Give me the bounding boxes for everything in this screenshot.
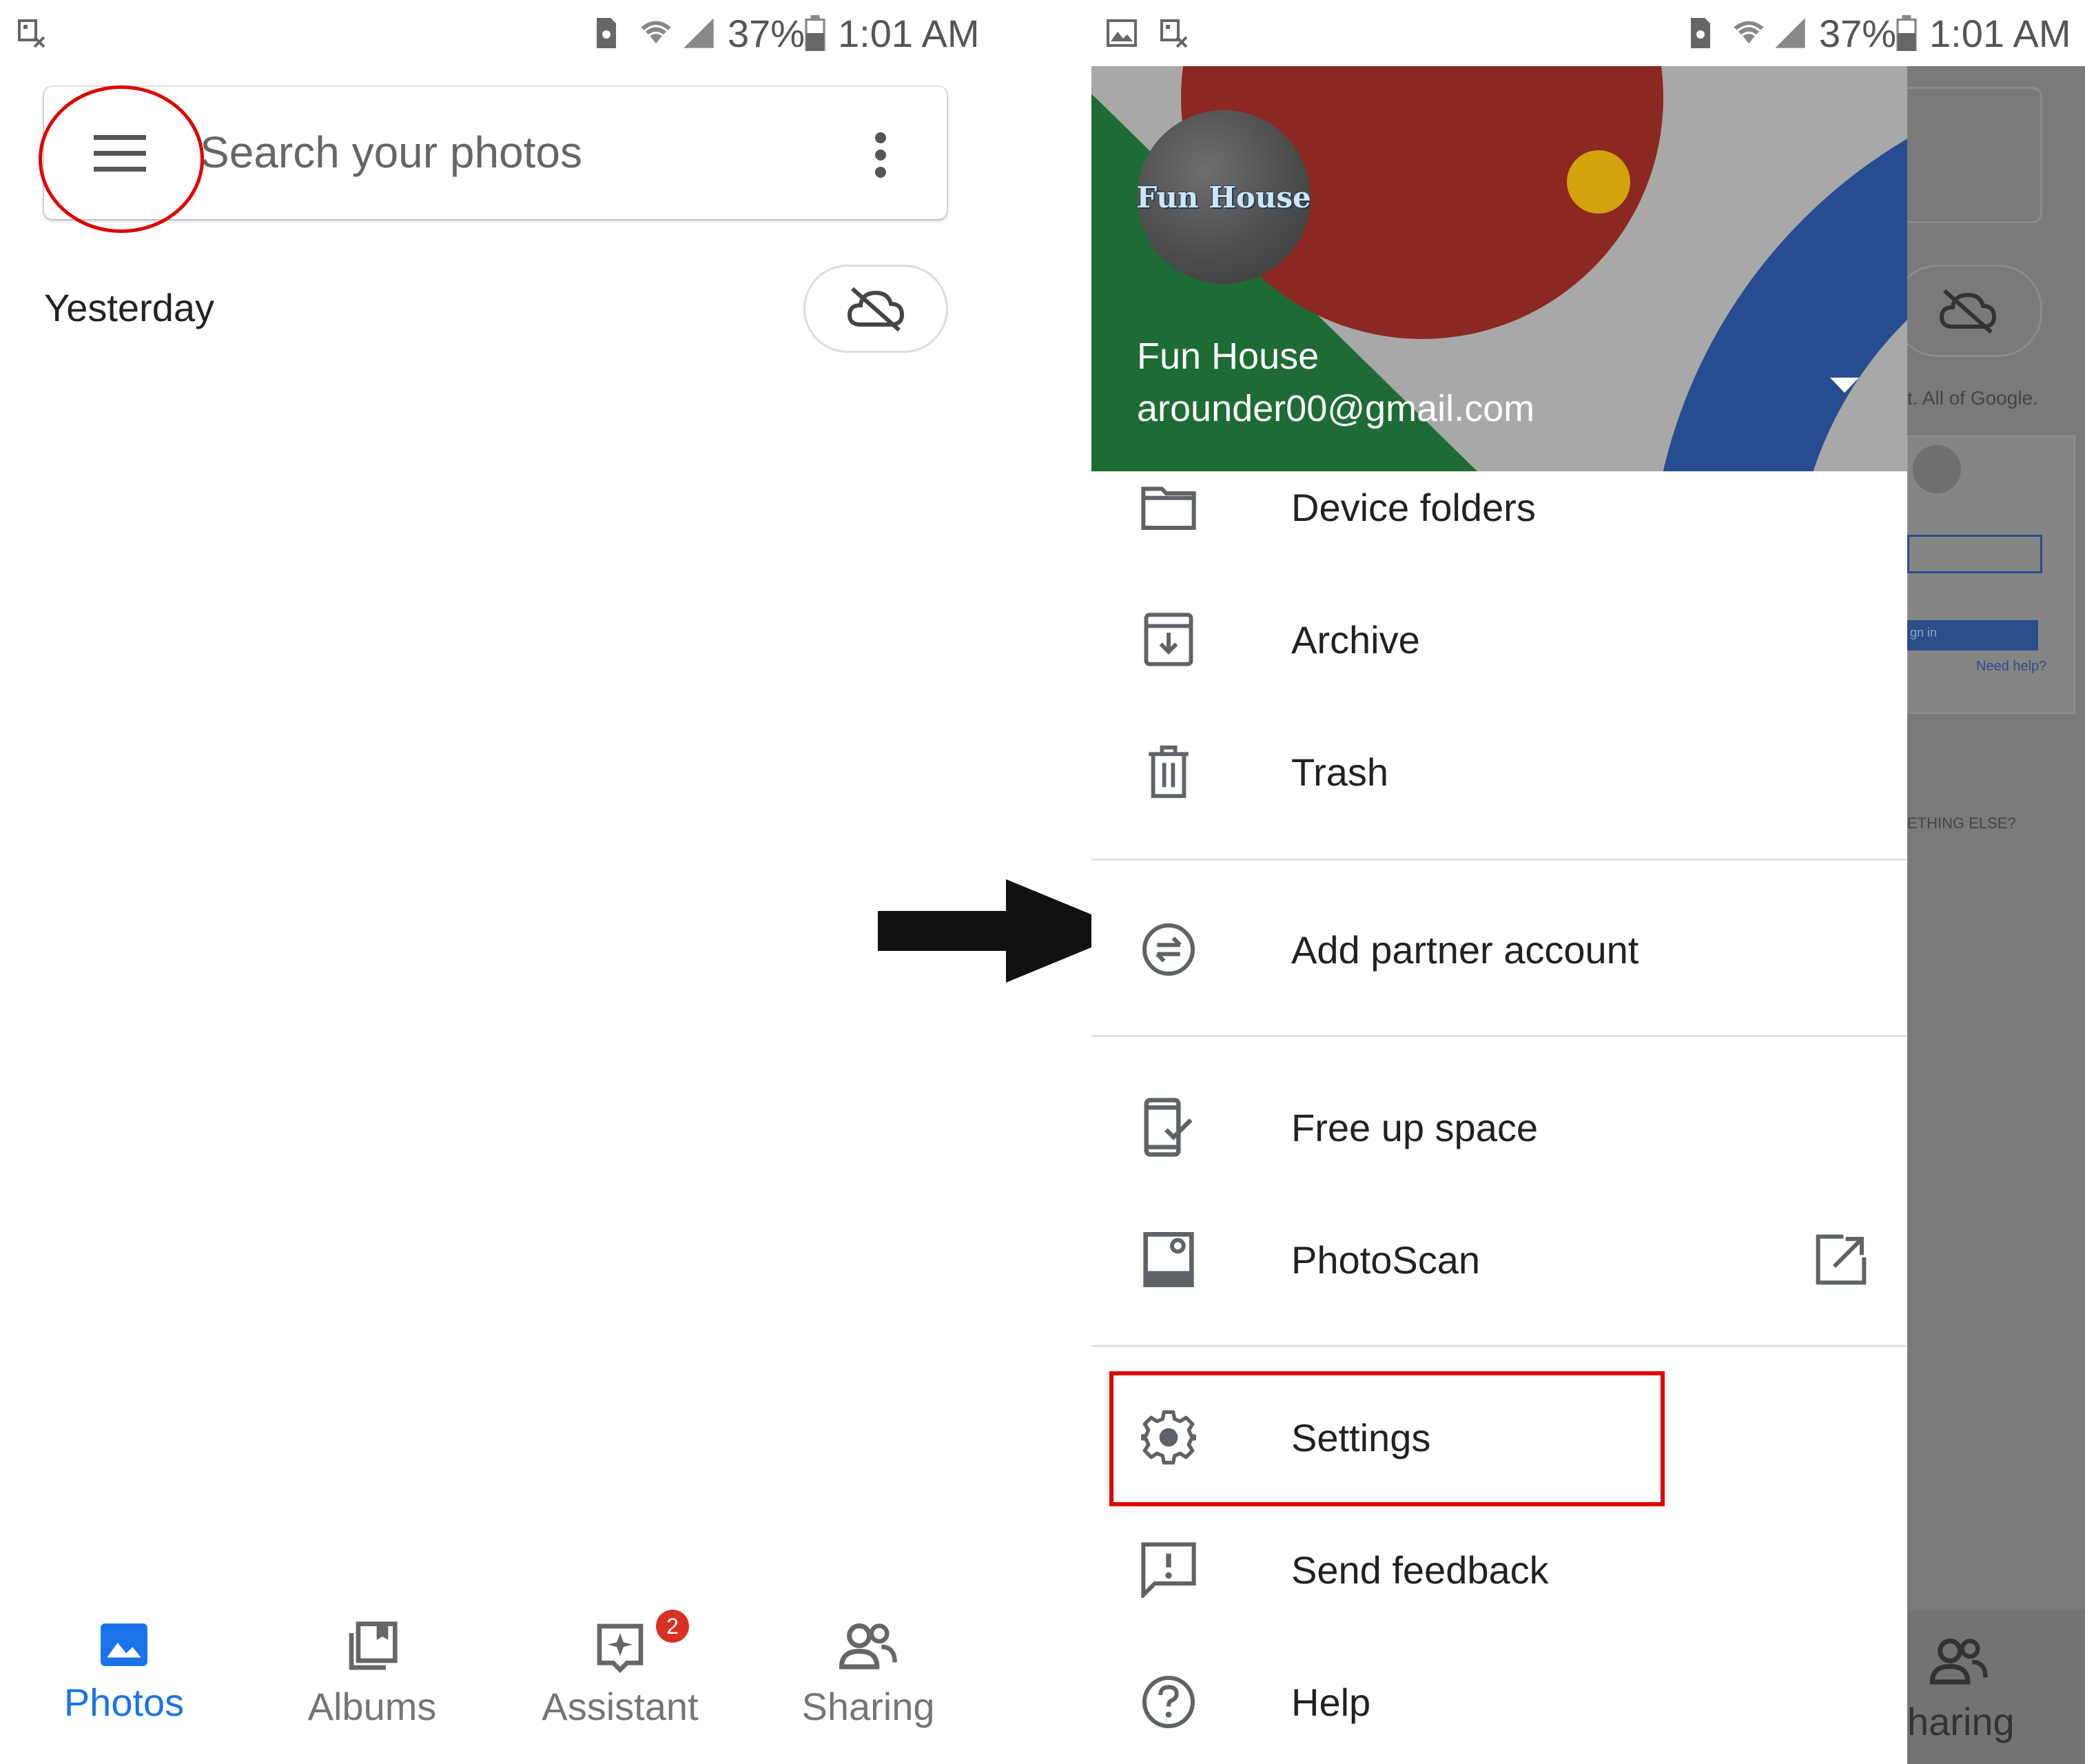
account-email: arounder00@gmail.com — [1137, 388, 1535, 429]
menu-item-trash[interactable]: Trash — [1091, 730, 1907, 813]
assistant-badge-count: 2 — [666, 1614, 679, 1639]
menu-item-label: Archive — [1291, 618, 1420, 662]
nav-photos-label: Photos — [63, 1681, 185, 1724]
sharing-icon — [765, 1619, 972, 1674]
avatar[interactable]: Fun House — [1137, 110, 1311, 284]
annotation-circle — [39, 85, 204, 233]
status-bar-right: 37% 1:01 AM — [1091, 0, 2085, 66]
menu-item-help[interactable]: Help — [1091, 1661, 1907, 1743]
menu-item-label: Add partner account — [1291, 928, 1639, 972]
background-text: t. All of Google. — [1907, 387, 2038, 409]
background-search-card — [1907, 87, 2042, 223]
backup-status-button[interactable] — [803, 265, 948, 353]
sim-icon — [593, 15, 620, 51]
nav-albums[interactable]: Albums — [269, 1619, 475, 1729]
background-signin-label: gn in — [1910, 626, 1938, 639]
background-help-link: Need help? — [1976, 659, 2047, 674]
folder-icon — [1141, 480, 1196, 535]
menu-item-device-folders[interactable]: Device folders — [1091, 466, 1907, 548]
nav-sharing-label: Sharing — [801, 1685, 935, 1728]
chevron-down-icon[interactable] — [1830, 378, 1859, 394]
menu-item-archive[interactable]: Archive — [1091, 598, 1907, 681]
avatar-text: Fun House — [1137, 180, 1311, 214]
feedback-icon — [1141, 1542, 1196, 1598]
menu-item-send-feedback[interactable]: Send feedback — [1091, 1528, 1907, 1611]
annotation-settings-box — [1109, 1371, 1665, 1506]
menu-item-label: Help — [1291, 1681, 1371, 1724]
nav-albums-label: Albums — [307, 1685, 437, 1728]
menu-item-label: Free up space — [1291, 1106, 1538, 1149]
menu-item-label: Device folders — [1291, 486, 1536, 529]
clock: 1:01 AM — [838, 12, 980, 55]
signal-icon — [1772, 15, 1808, 51]
nav-assistant[interactable]: 2 Assistant — [517, 1610, 723, 1729]
background-input — [1907, 535, 2042, 573]
section-header-yesterday: Yesterday — [44, 286, 214, 329]
divider — [1091, 859, 1907, 861]
screenshot-notification-icon — [15, 17, 48, 50]
battery-icon — [803, 15, 827, 51]
more-options-icon[interactable] — [872, 131, 889, 179]
divider — [1091, 1345, 1907, 1347]
nav-sharing[interactable]: Sharing — [765, 1619, 972, 1729]
free-up-space-icon — [1141, 1098, 1196, 1157]
menu-item-photoscan[interactable]: PhotoScan — [1091, 1218, 1907, 1301]
battery-percent: 37% — [1819, 12, 1897, 55]
nav-assistant-label: Assistant — [542, 1685, 699, 1728]
background-nav: haring — [1907, 1610, 2085, 1764]
cloud-off-icon — [847, 287, 905, 332]
assistant-icon: 2 — [517, 1610, 723, 1674]
account-name: Fun House — [1137, 336, 1319, 377]
menu-item-add-partner-account[interactable]: Add partner account — [1091, 908, 1907, 991]
wifi-icon — [1731, 15, 1767, 51]
assistant-badge: 2 — [656, 1610, 689, 1643]
search-input[interactable]: Search your photos — [200, 127, 582, 178]
sharing-icon — [1929, 1638, 1988, 1685]
divider — [1091, 1035, 1907, 1037]
navigation-drawer: Fun House Fun House arounder00@gmail.com… — [1091, 66, 1907, 1764]
gallery-notification-icon — [1105, 17, 1138, 50]
background-text: ETHING ELSE? — [1907, 814, 2016, 832]
sim-icon — [1687, 15, 1714, 51]
background-backup-pill — [1907, 265, 2042, 357]
screenshot-notification-icon — [1158, 17, 1191, 50]
background-avatar — [1913, 445, 1961, 493]
photoscan-icon — [1141, 1232, 1196, 1287]
albums-icon — [269, 1619, 475, 1674]
menu-item-label: Trash — [1291, 750, 1389, 794]
photos-icon — [21, 1619, 227, 1670]
menu-item-free-up-space[interactable]: Free up space — [1091, 1086, 1907, 1169]
battery-icon — [1895, 15, 1918, 51]
menu-item-label: Send feedback — [1291, 1548, 1549, 1592]
menu-item-label: PhotoScan — [1291, 1238, 1480, 1282]
partner-icon — [1141, 922, 1196, 977]
help-icon — [1141, 1674, 1196, 1730]
nav-photos[interactable]: Photos — [21, 1619, 227, 1725]
drawer-header: Fun House Fun House arounder00@gmail.com — [1091, 66, 1907, 471]
signal-icon — [681, 15, 717, 51]
open-external-icon[interactable] — [1814, 1232, 1869, 1287]
background-signin-button: gn in — [1907, 620, 2038, 650]
trash-icon — [1141, 744, 1196, 799]
clock: 1:01 AM — [1929, 12, 2071, 55]
status-bar-left: 37% 1:01 AM — [0, 0, 992, 66]
archive-icon — [1141, 612, 1196, 667]
background-nav-label: haring — [1907, 1700, 2015, 1743]
cloud-off-icon — [1939, 289, 1997, 334]
wifi-icon — [638, 15, 674, 51]
dimmed-background: t. All of Google. gn in Need help? ETHIN… — [1907, 66, 2085, 1764]
battery-percent: 37% — [728, 12, 805, 55]
